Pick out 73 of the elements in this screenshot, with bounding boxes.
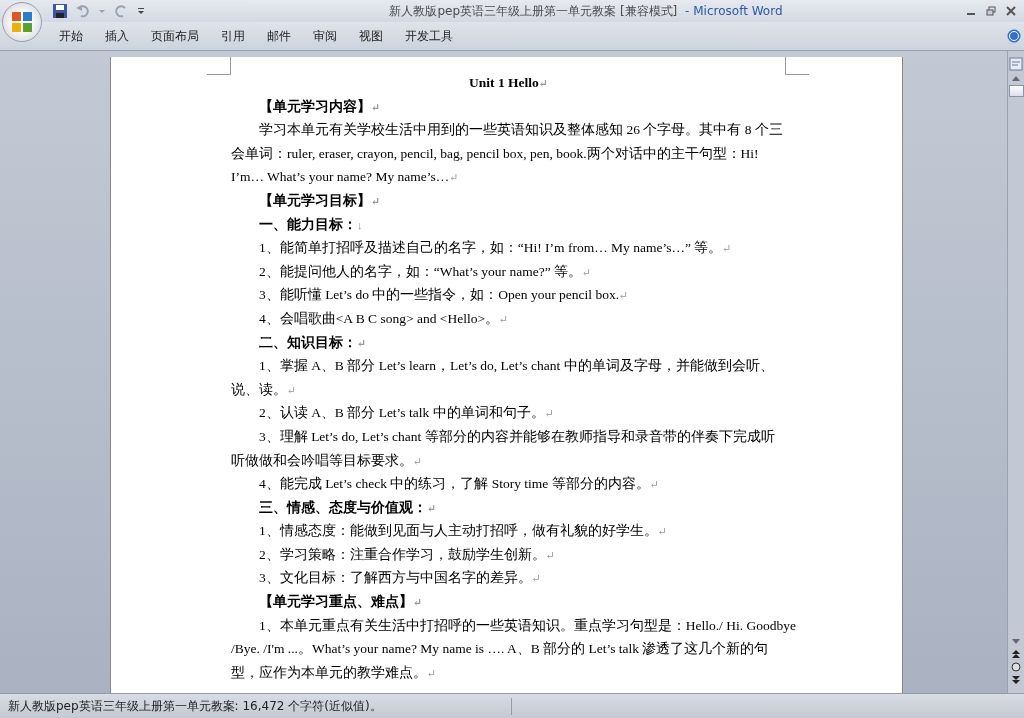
- section-heading: 一、能力目标：: [259, 216, 357, 232]
- ribbon-tab[interactable]: 引用: [221, 25, 245, 47]
- close-icon[interactable]: [1006, 6, 1016, 16]
- paragraph-mark: ↵: [357, 336, 367, 349]
- paragraph-line: 3、能听懂 Let’s do 中的一些指令，如：Open your pencil box.: [259, 287, 620, 303]
- corner-mark: [207, 57, 231, 75]
- paragraph-mark: ↵: [544, 407, 554, 420]
- section-heading: 【单元学习目标】: [259, 192, 371, 208]
- paragraph-line: 4、能完成 Let’s check 中的练习，了解 Story time 等部分的内容。: [259, 476, 650, 492]
- ribbon-tab[interactable]: 邮件: [267, 25, 291, 47]
- paragraph-line: 1、掌握 A、B 部分 Let’s learn，Let’s do, Let’s chant 中的单词及字母，并能做到会听、: [259, 358, 774, 374]
- section-heading: 【单元学习重点、难点】: [259, 594, 413, 610]
- document-title: Unit 1 Hello: [469, 75, 539, 90]
- office-logo-icon: [9, 9, 35, 35]
- ribbon-tab[interactable]: 开发工具: [405, 25, 453, 47]
- paragraph-mark: ↓: [357, 218, 363, 231]
- scroll-thumb[interactable]: [1008, 85, 1024, 97]
- paragraph-mark: ↵: [413, 454, 423, 467]
- scroll-up-icon[interactable]: [1011, 74, 1021, 82]
- ribbon-tab[interactable]: 页面布局: [151, 25, 199, 47]
- paragraph-mark: ↵: [619, 289, 629, 302]
- ribbon-tab[interactable]: 视图: [359, 25, 383, 47]
- paragraph-line: 2、学习策略：注重合作学习，鼓励学生创新。: [259, 546, 546, 562]
- next-page-icon[interactable]: [1011, 675, 1021, 685]
- paragraph-line: 型，应作为本单元的教学难点。: [231, 664, 427, 680]
- paragraph-mark: ↵: [449, 171, 459, 184]
- paragraph-mark: ↵: [538, 77, 548, 89]
- paragraph-line: 2、能提问他人的名字，如：“What’s your name?” 等。: [259, 263, 583, 279]
- paragraph-mark: ↵: [427, 666, 437, 679]
- section-heading: 【单元学习内容】: [259, 98, 371, 114]
- ribbon-tab[interactable]: 审阅: [313, 25, 337, 47]
- paragraph-line: 学习本单元有关学校生活中用到的一些英语知识及整体感知 26 个字母。其中有 8 个三: [259, 122, 783, 138]
- ruler-toggle-icon[interactable]: [1009, 57, 1023, 71]
- ribbon-tab[interactable]: 插入: [105, 25, 129, 47]
- paragraph-mark: ↵: [413, 596, 423, 609]
- paragraph-mark: ↵: [287, 383, 297, 396]
- office-button[interactable]: [2, 2, 42, 42]
- section-heading: 二、知识目标：: [259, 334, 357, 350]
- paragraph-line: 1、能简单打招呼及描述自己的名字，如：“Hi! I’m from… My name’s…” 等。: [259, 240, 723, 256]
- paragraph-mark: ↵: [371, 194, 381, 207]
- browse-object-icon[interactable]: [1011, 662, 1021, 672]
- paragraph-mark: ↵: [499, 312, 509, 325]
- section-heading: 三、情感、态度与价值观：: [259, 499, 427, 515]
- paragraph-mark: ↵: [427, 501, 437, 514]
- paragraph-line: I’m… What’s your name? My name’s…: [231, 169, 450, 185]
- paragraph-mark: ↵: [657, 525, 667, 538]
- customize-icon[interactable]: [136, 6, 146, 16]
- paragraph-mark: ↵: [649, 478, 659, 491]
- paragraph-mark: ↵: [582, 265, 592, 278]
- word-count: 新人教版pep英语三年级上册第一单元教案: 16,472 个字符(近似值)。: [0, 697, 512, 715]
- paragraph-line: 1、本单元重点有关生活中打招呼的一些英语知识。重点学习句型是：Hello./ Hi. Goodbye: [259, 617, 796, 633]
- app-name: - Microsoft Word: [685, 3, 783, 18]
- save-icon[interactable]: [52, 3, 68, 19]
- help-icon[interactable]: [1007, 29, 1021, 43]
- vertical-scrollbar[interactable]: [1007, 51, 1024, 693]
- paragraph-mark: ↵: [371, 100, 381, 113]
- window-title: 新人教版pep英语三年级上册第一单元教案 [兼容模式]: [389, 3, 678, 18]
- paragraph-line: 听做做和会吟唱等目标要求。: [231, 452, 413, 468]
- previous-page-icon[interactable]: [1011, 649, 1021, 659]
- paragraph-mark: ↵: [722, 242, 732, 255]
- paragraph-line: 1、情感态度：能做到见面与人主动打招呼，做有礼貌的好学生。: [259, 523, 658, 539]
- corner-mark: [785, 57, 809, 75]
- paragraph-mark: ↵: [545, 548, 555, 561]
- paragraph-mark: ↵: [531, 572, 541, 585]
- paragraph-line: 会单词：ruler, eraser, crayon, pencil, bag, pencil box, pen, book.两个对话中的主干句型：Hi!: [231, 145, 759, 161]
- paragraph-line: 3、文化目标：了解西方与中国名字的差异。: [259, 570, 532, 586]
- restore-icon[interactable]: [986, 6, 996, 16]
- paragraph-line: 2、认读 A、B 部分 Let’s talk 中的单词和句子。: [259, 405, 545, 421]
- paragraph-line: 3、理解 Let’s do, Let’s chant 等部分的内容并能够在教师指导和录音带的伴奏下完成听: [259, 428, 775, 444]
- paragraph-line: 说、读。: [231, 381, 287, 397]
- paragraph-line: 4、会唱歌曲<A B C song> and <Hello>。: [259, 310, 500, 326]
- ribbon-tab[interactable]: 开始: [59, 25, 83, 47]
- paragraph-line: /Bye. /I'm ...。What’s your name? My name is …. A、B 部分的 Let’s talk 渗透了这几个新的句: [231, 641, 769, 657]
